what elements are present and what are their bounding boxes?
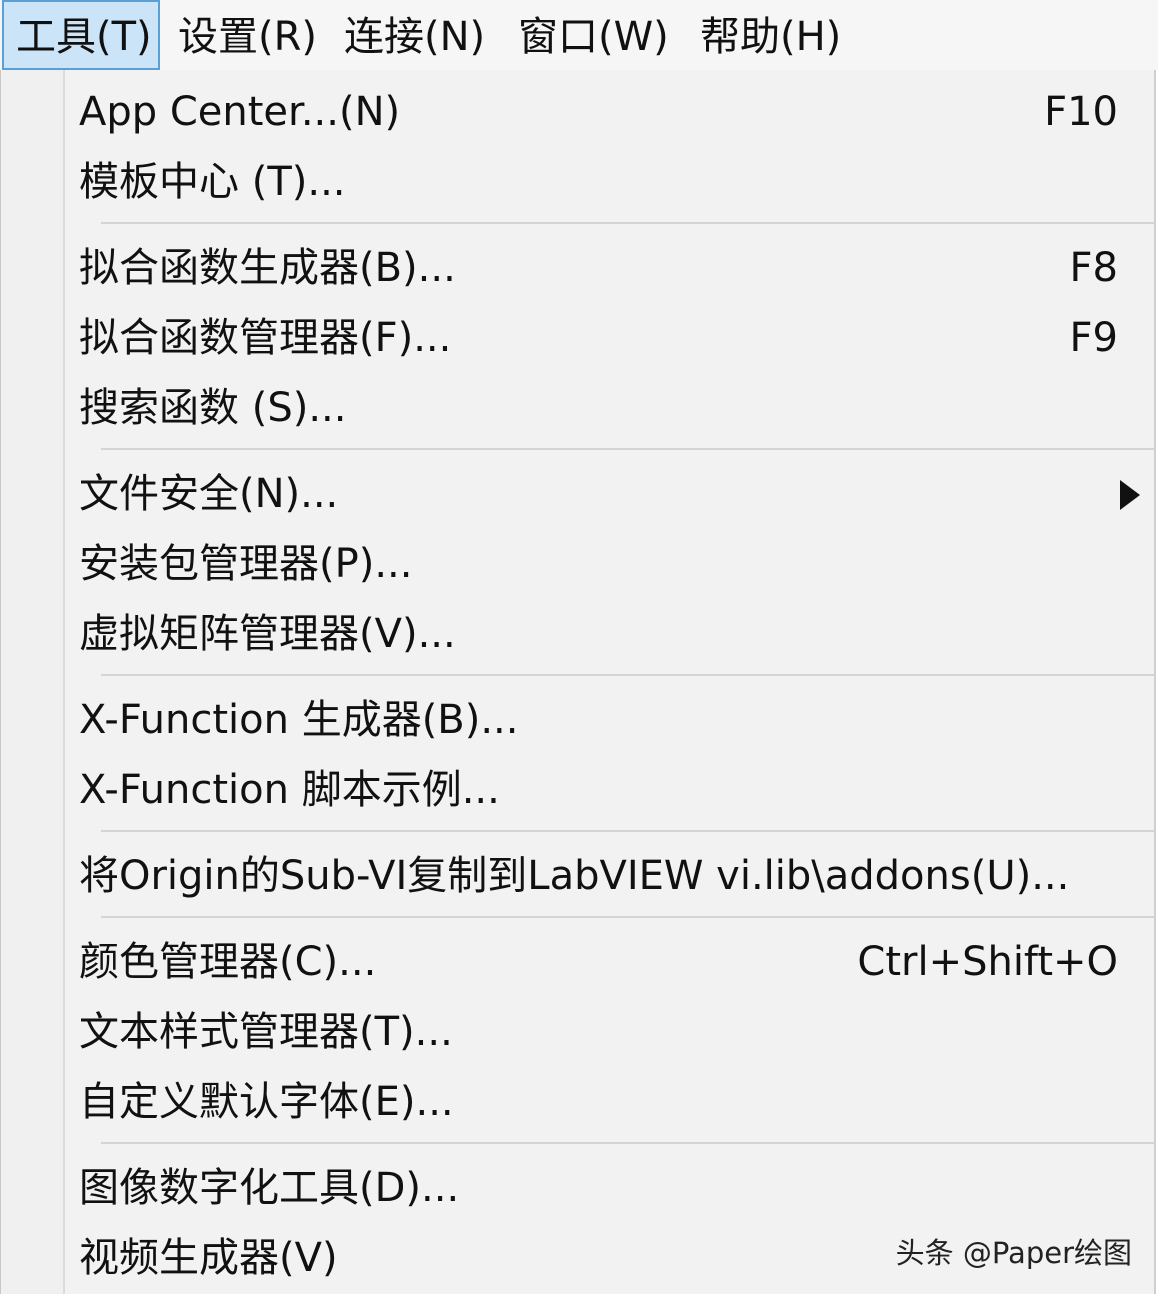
menu-item-file-security[interactable]: 文件安全(N)... (79, 464, 1140, 524)
menu-bar: 工具(T) 设置(R) 连接(N) 窗口(W) 帮助(H) (0, 0, 1158, 70)
menu-item-label: 将Origin的Sub-VI复制到LabVIEW vi.lib\addons(U… (79, 853, 1070, 899)
menubar-help[interactable]: 帮助(H) (688, 0, 853, 70)
menu-item-app-center[interactable]: App Center...(N) F10 (79, 82, 1118, 142)
tools-dropdown-menu: App Center...(N) F10 模板中心 (T)... 拟合函数生成器… (0, 70, 1156, 1294)
menu-item-template-center[interactable]: 模板中心 (T)... (79, 152, 1118, 212)
menu-item-xfunction-builder[interactable]: X-Function 生成器(B)... (79, 690, 1118, 750)
menu-item-label: 搜索函数 (S)... (79, 385, 347, 431)
menu-item-xfunction-script-samples[interactable]: X-Function 脚本示例... (79, 760, 1118, 820)
menubar-settings[interactable]: 设置(R) (166, 0, 329, 70)
menu-icon-gutter (1, 70, 65, 1294)
menu-separator (101, 222, 1154, 224)
menu-item-shortcut: Ctrl+Shift+O (857, 939, 1118, 985)
menu-item-label: 模板中心 (T)... (79, 159, 346, 205)
menu-item-label: 图像数字化工具(D)... (79, 1165, 460, 1211)
menu-separator (101, 830, 1154, 832)
watermark: 头条 @Paper绘图 (895, 1236, 1132, 1270)
menu-item-label: 安装包管理器(P)... (79, 541, 413, 587)
menubar-tools[interactable]: 工具(T) (2, 0, 160, 70)
menu-separator (101, 916, 1154, 918)
menu-separator (101, 1142, 1154, 1144)
menu-item-copy-subvi-labview[interactable]: 将Origin的Sub-VI复制到LabVIEW vi.lib\addons(U… (79, 846, 1118, 906)
menu-item-label: X-Function 生成器(B)... (79, 697, 519, 743)
menu-item-label: 文本样式管理器(T)... (79, 1009, 453, 1055)
menu-item-text-style-manager[interactable]: 文本样式管理器(T)... (79, 1002, 1118, 1062)
menubar-connect[interactable]: 连接(N) (332, 0, 497, 70)
menu-item-image-digitizer[interactable]: 图像数字化工具(D)... (79, 1158, 1118, 1218)
menu-item-label: 视频生成器(V) (79, 1235, 338, 1281)
menu-item-shortcut: F10 (1044, 89, 1118, 135)
menu-item-virtual-matrix-manager[interactable]: 虚拟矩阵管理器(V)... (79, 604, 1118, 664)
menu-item-label: 拟合函数管理器(F)... (79, 315, 452, 361)
menu-item-label: 文件安全(N)... (79, 471, 339, 517)
menu-item-label: X-Function 脚本示例... (79, 767, 500, 813)
menu-item-shortcut: F9 (1069, 315, 1118, 361)
menu-item-search-function[interactable]: 搜索函数 (S)... (79, 378, 1118, 438)
menu-item-default-font[interactable]: 自定义默认字体(E)... (79, 1072, 1118, 1132)
menu-separator (101, 674, 1154, 676)
menu-item-label: 自定义默认字体(E)... (79, 1079, 454, 1125)
menu-separator (101, 448, 1154, 450)
menu-item-label: App Center...(N) (79, 89, 401, 135)
menu-item-fitting-function-organizer[interactable]: 拟合函数管理器(F)... F9 (79, 308, 1118, 368)
menu-item-label: 颜色管理器(C)... (79, 939, 377, 985)
menu-item-fitting-function-builder[interactable]: 拟合函数生成器(B)... F8 (79, 238, 1118, 298)
menubar-window[interactable]: 窗口(W) (506, 0, 681, 70)
menu-item-label: 虚拟矩阵管理器(V)... (79, 611, 456, 657)
menu-item-shortcut: F8 (1069, 245, 1118, 291)
menu-item-package-manager[interactable]: 安装包管理器(P)... (79, 534, 1118, 594)
menu-item-label: 拟合函数生成器(B)... (79, 245, 456, 291)
menu-item-color-manager[interactable]: 颜色管理器(C)... Ctrl+Shift+O (79, 932, 1118, 992)
submenu-arrow-icon (1120, 480, 1140, 510)
